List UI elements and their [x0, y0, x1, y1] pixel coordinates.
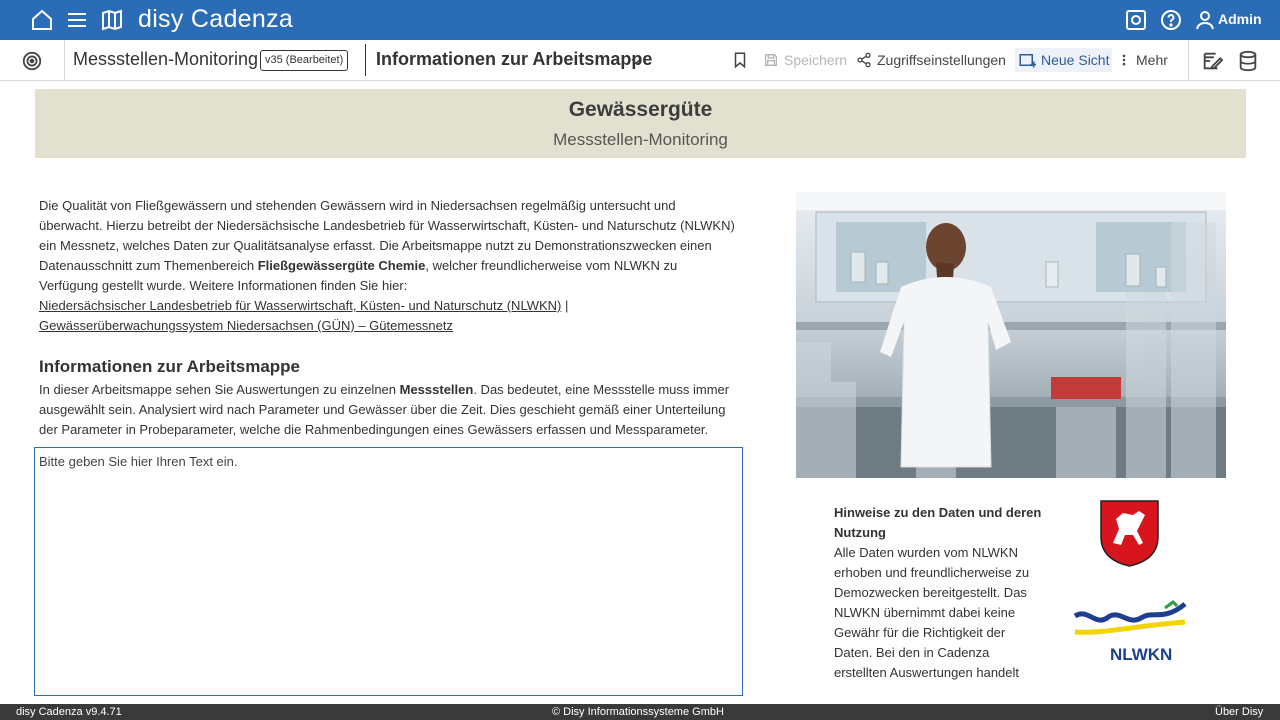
app-title[interactable]: disy Cadenza [138, 5, 293, 34]
toolbar-divider [1188, 40, 1189, 80]
toolbar-divider [365, 44, 366, 76]
coat-of-arms-logo [1100, 500, 1159, 567]
menu-icon[interactable] [65, 8, 89, 32]
workbook-name[interactable]: Messstellen-Monitoring [73, 49, 258, 70]
link-separator: | [561, 298, 569, 313]
info-text: In dieser Arbeitsmappe sehen Sie Auswert… [39, 382, 400, 397]
view-title[interactable]: Informationen zur Arbeitsmappe [376, 49, 652, 70]
access-settings-button[interactable]: Zugriffseinstellungen [856, 48, 1006, 72]
map-icon[interactable] [100, 8, 124, 32]
info-paragraph: In dieser Arbeitsmappe sehen Sie Auswert… [39, 380, 739, 440]
section-title: Informationen zur Arbeitsmappe [39, 357, 301, 376]
editor-placeholder: Bitte geben Sie hier Ihren Text ein. [39, 454, 238, 469]
intro-bold-text: Fließgewässergüte Chemie [257, 258, 426, 273]
more-icon [1122, 54, 1126, 66]
bookmark-button[interactable] [731, 48, 749, 72]
edit-icon[interactable] [1200, 50, 1224, 72]
nlwkn-logo: NLWKN [1073, 600, 1187, 662]
help-icon[interactable] [1159, 8, 1183, 32]
about-link[interactable]: Über Disy [1215, 704, 1263, 720]
footer-copyright: © Disy Informationssysteme GmbH [552, 706, 724, 718]
toolbar-divider [64, 40, 65, 80]
home-icon[interactable] [30, 8, 54, 32]
info-bold-text: Messstellen [399, 382, 474, 397]
new-view-icon [1019, 54, 1036, 68]
nlwkn-logo-text: NLWKN [1110, 645, 1172, 662]
lab-photo [796, 192, 1226, 478]
settings-icon[interactable] [1124, 8, 1148, 32]
more-label: Mehr [1136, 52, 1168, 68]
share-icon [857, 52, 871, 68]
notes-body: Alle Daten wurden vom NLWKN erhoben und … [834, 545, 1030, 680]
user-name[interactable]: Admin [1218, 11, 1262, 27]
more-button[interactable]: Mehr [1117, 48, 1168, 72]
bookmark-icon [734, 52, 746, 69]
notes-title: Hinweise zu den Daten und deren Nutzung [834, 505, 1042, 540]
user-icon[interactable] [1193, 8, 1217, 32]
footer-version: disy Cadenza v9.4.71 [16, 706, 122, 718]
save-label: Speichern [784, 52, 848, 68]
text-editor[interactable]: Bitte geben Sie hier Ihren Text ein. [34, 447, 743, 696]
data-notes: Hinweise zu den Daten und deren Nutzung … [834, 503, 1044, 683]
chevron-down-icon[interactable] [629, 54, 643, 68]
target-icon[interactable] [21, 50, 43, 72]
intro-paragraph: Die Qualität von Fließgewässern und steh… [39, 196, 739, 336]
top-bar: disy Cadenza Admin [0, 0, 1280, 40]
guen-link[interactable]: Gewässerüberwachungssystem Niedersachsen… [39, 318, 453, 333]
access-settings-label: Zugriffseinstellungen [877, 52, 1006, 68]
version-badge: v35 (Bearbeitet) [260, 50, 349, 71]
footer: disy Cadenza v9.4.71 © Disy Informations… [0, 704, 1280, 720]
save-icon [765, 54, 777, 66]
new-view-label: Neue Sicht [1041, 52, 1110, 68]
nlwkn-link[interactable]: Niedersächsischer Landesbetrieb für Wass… [39, 298, 561, 313]
page-title: Gewässergüte [568, 98, 713, 121]
new-view-button[interactable]: Neue Sicht [1015, 48, 1113, 72]
header-banner: Gewässergüte Messstellen-Monitoring [35, 89, 1246, 158]
database-icon[interactable] [1237, 50, 1259, 72]
toolbar: Messstellen-Monitoring Informationen zur… [0, 40, 1280, 81]
save-button[interactable]: Speichern [763, 48, 847, 72]
page-subtitle: Messstellen-Monitoring [553, 130, 728, 149]
